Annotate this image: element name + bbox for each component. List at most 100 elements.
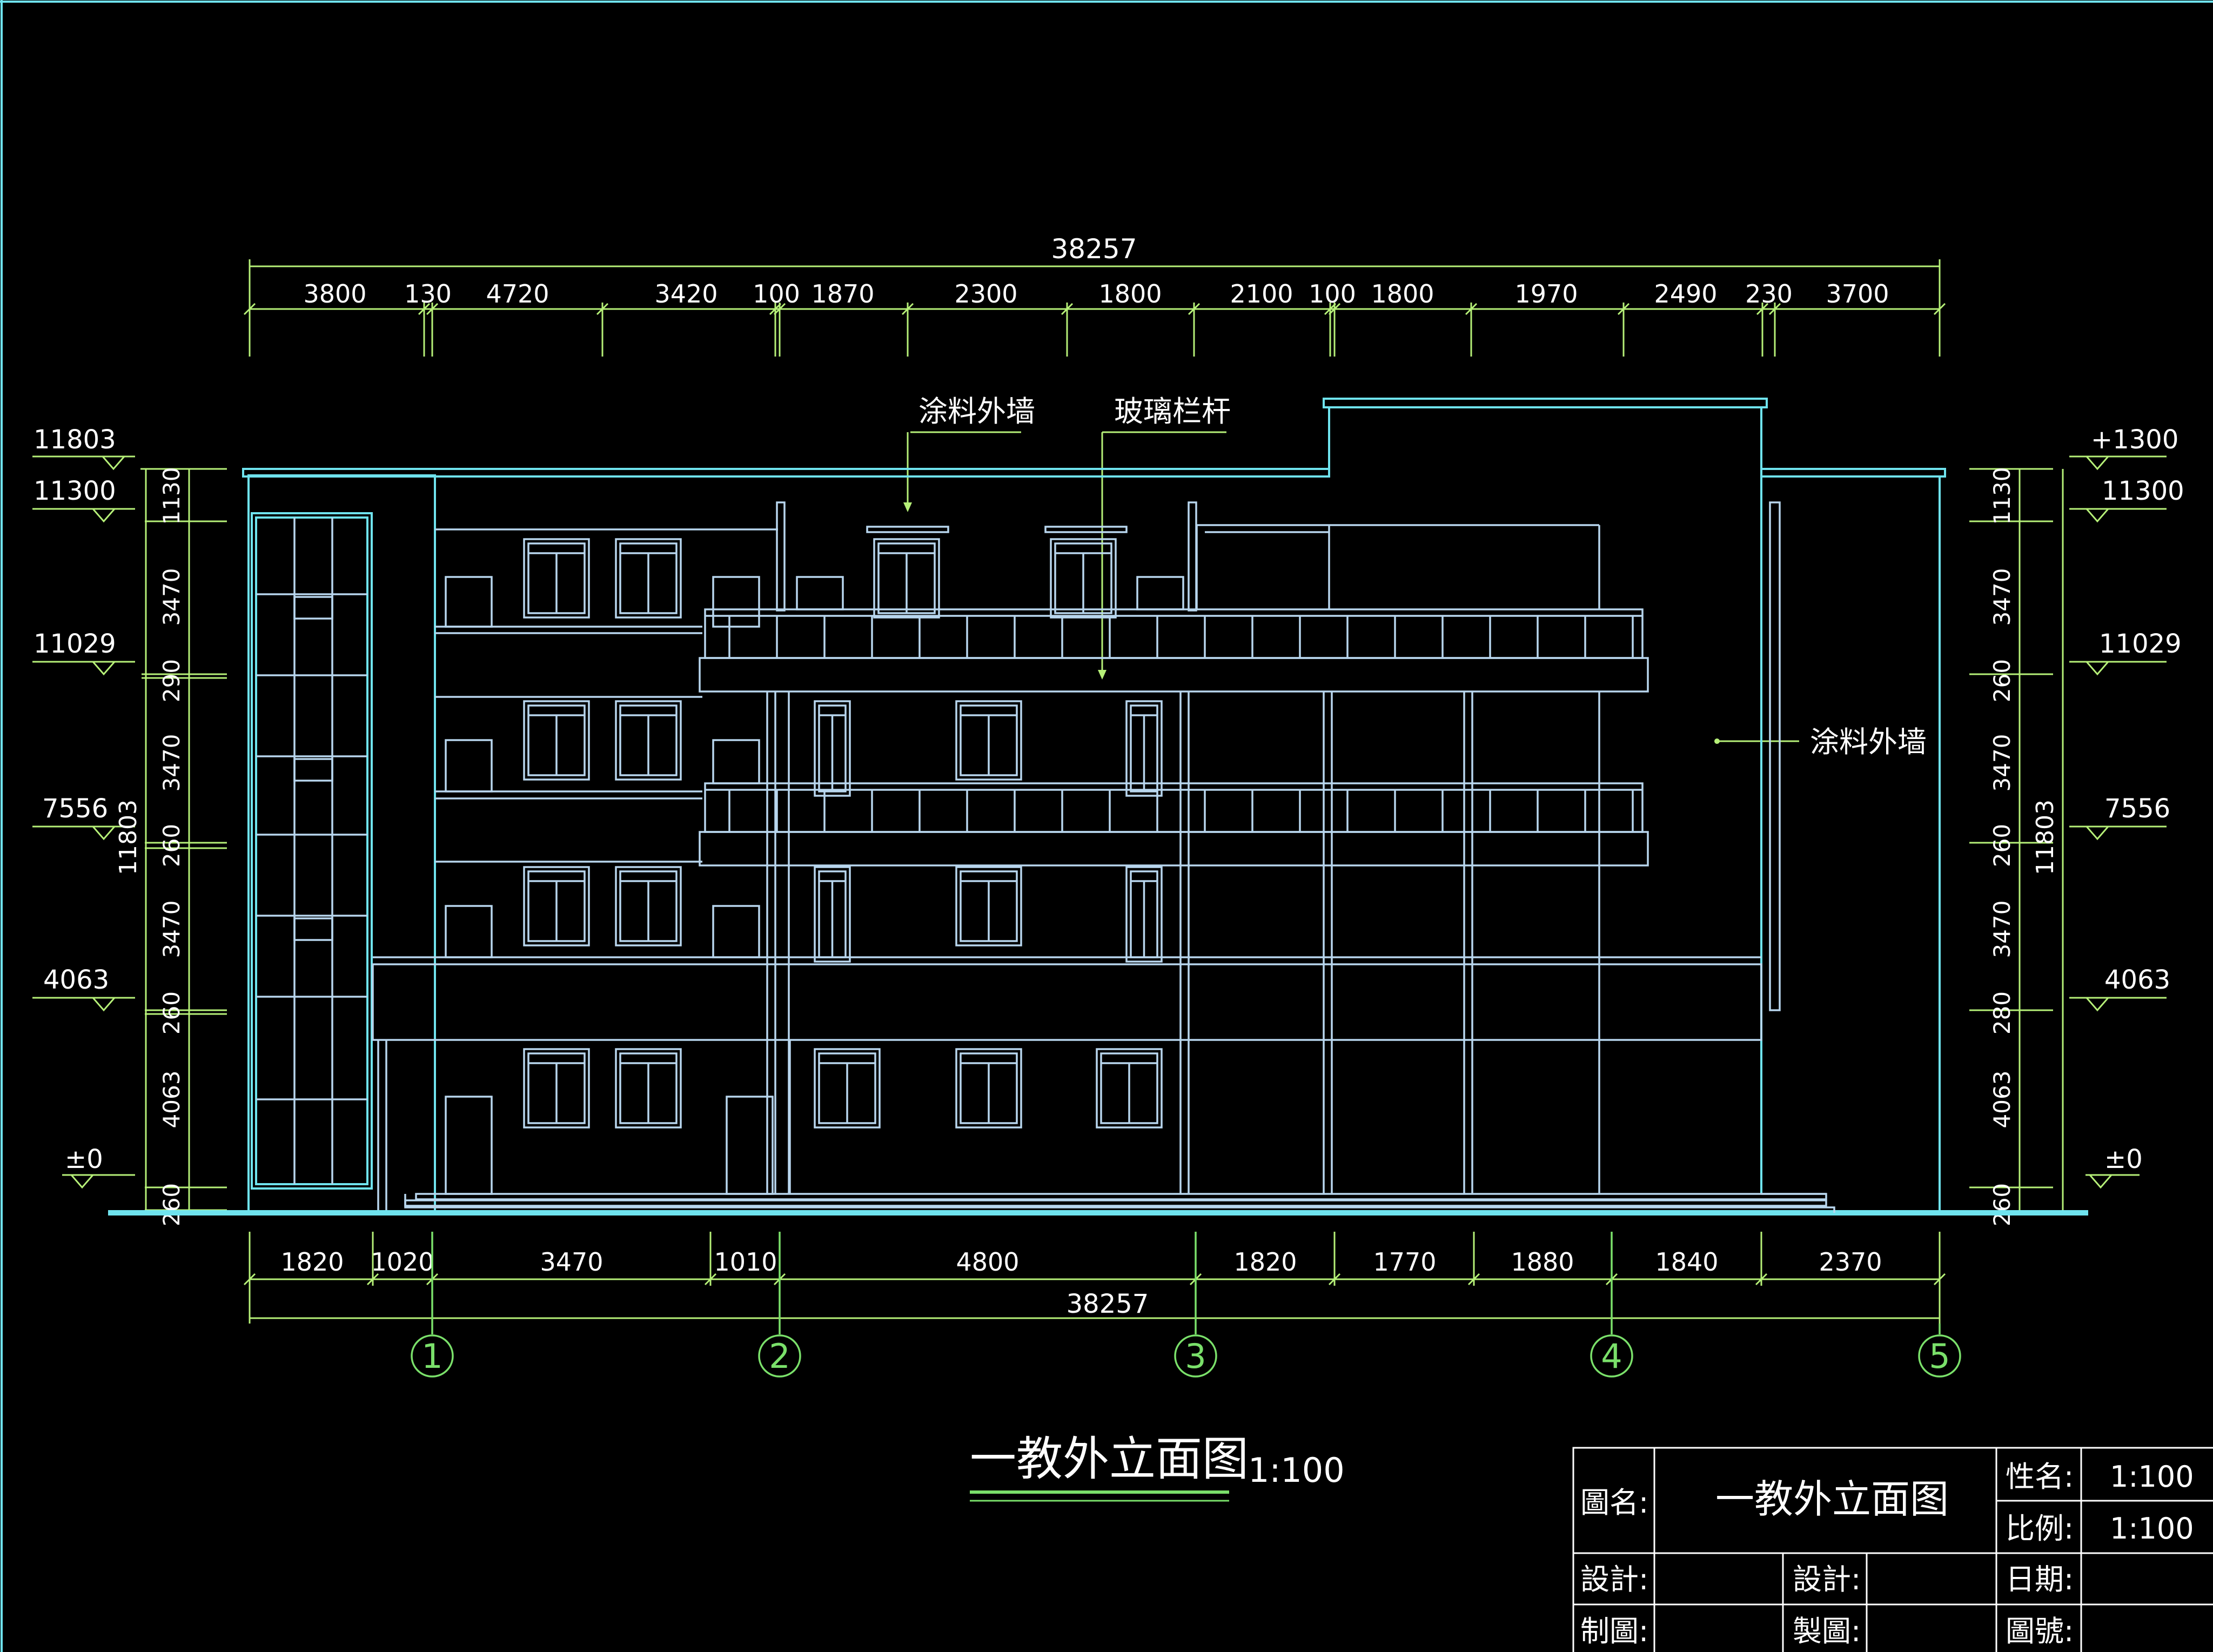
left-level-zero: ±0 xyxy=(65,1144,103,1174)
top-dimensions: 38257 3800 130 4720 3420 100 1870 2300 1800 2100… xyxy=(243,233,1946,357)
left-level-11300: 11300 xyxy=(33,476,116,506)
bottom-dim-0: 1820 xyxy=(280,1247,344,1277)
right-vdim-1: 3470 xyxy=(1989,568,2015,626)
axis-3-label: 3 xyxy=(1185,1337,1206,1376)
right-vdim-2: 260 xyxy=(1989,659,2015,702)
bottom-dim-9: 2370 xyxy=(1819,1247,1882,1277)
drawing-title-group: 一教外立面图 1:100 xyxy=(970,1432,1345,1502)
right-vertical-total: 11803 xyxy=(2031,800,2059,875)
top-dim-3: 3420 xyxy=(654,279,717,308)
left-vertical-total: 11803 xyxy=(115,800,142,875)
left-vdim-7: 4063 xyxy=(158,1071,185,1129)
left-vdim-2: 290 xyxy=(158,659,185,702)
right-vdim-0: 1130 xyxy=(1989,467,2015,525)
tb-name-value: 一教外立面图 xyxy=(1715,1476,1949,1522)
tb-number-label: 圖號: xyxy=(2006,1614,2074,1648)
axis-4-label: 4 xyxy=(1601,1337,1622,1376)
window-10 xyxy=(523,1048,590,1129)
right-vdim-5: 3470 xyxy=(1989,901,2015,958)
bottom-dim-8: 1840 xyxy=(1655,1247,1718,1277)
right-level-7556: 7556 xyxy=(2104,794,2170,824)
top-dim-14: 3700 xyxy=(1826,279,1889,308)
top-dim-12: 2490 xyxy=(1654,279,1717,308)
narrow-window-0 xyxy=(814,700,851,797)
right-vdim-6: 280 xyxy=(1989,991,2015,1035)
top-dim-5: 1870 xyxy=(811,279,874,308)
top-dim-1: 130 xyxy=(404,279,452,308)
bottom-dim-6: 1770 xyxy=(1373,1247,1436,1277)
title-block: 圖名: 一教外立面图 性名: 1:100 比例: 1:100 設計: 設計: 日… xyxy=(1572,1447,2213,1652)
left-vdim-0: 1130 xyxy=(158,467,185,525)
tb-drafting-label-2: 製圖: xyxy=(1793,1614,1861,1648)
top-dim-6: 2300 xyxy=(954,279,1017,308)
top-dim-7: 1800 xyxy=(1098,279,1162,308)
right-vdim-7: 4063 xyxy=(1989,1071,2015,1129)
left-level-11803: 11803 xyxy=(33,425,116,455)
axis-2-label: 2 xyxy=(769,1337,790,1376)
top-total-dimension: 38257 xyxy=(1051,233,1137,265)
left-vdim-4: 260 xyxy=(158,824,185,867)
top-dim-4: 100 xyxy=(753,279,800,308)
tb-scale-label: 比例: xyxy=(2006,1512,2074,1546)
right-level-zero: ±0 xyxy=(2104,1144,2143,1174)
bottom-dim-3: 1010 xyxy=(714,1247,777,1277)
elevation-drawing: 38257 3800 130 4720 3420 100 1870 2300 1800 2100… xyxy=(0,0,2213,1652)
left-vdim-5: 3470 xyxy=(158,901,185,958)
right-levels: +1300 11300 11029 7556 4063 ±0 1130 3470 2… xyxy=(1969,425,2184,1226)
left-vdim-6: 260 xyxy=(158,991,185,1035)
top-dim-11: 1970 xyxy=(1514,279,1578,308)
bottom-dim-2: 3470 xyxy=(540,1247,603,1277)
narrow-window-3 xyxy=(1125,866,1163,963)
left-level-4063: 4063 xyxy=(43,965,109,995)
axis-5-label: 5 xyxy=(1929,1337,1950,1376)
window-4 xyxy=(523,700,590,781)
window-7 xyxy=(523,866,590,946)
window-3 xyxy=(1050,538,1117,619)
left-vdim-1: 3470 xyxy=(158,568,185,626)
window-11 xyxy=(615,1048,682,1129)
left-vdim-8: 260 xyxy=(158,1183,185,1226)
window-1 xyxy=(615,538,682,619)
tb-person-value: 1:100 xyxy=(2110,1460,2194,1494)
right-vdim-3: 3470 xyxy=(1989,734,2015,792)
right-vdim-8: 260 xyxy=(1989,1183,2015,1226)
narrow-window-2 xyxy=(814,866,851,963)
right-level-4063: 4063 xyxy=(2104,965,2170,995)
window-12 xyxy=(814,1048,881,1129)
bottom-dim-4: 4800 xyxy=(956,1247,1019,1277)
bottom-dimensions: 1820 1020 3470 1010 4800 1820 1770 1880 1840 2370… xyxy=(243,1232,1946,1324)
left-vdim-3: 3470 xyxy=(158,734,185,792)
top-dim-8: 2100 xyxy=(1230,279,1293,308)
tb-drafting-label: 制圖: xyxy=(1580,1614,1648,1648)
glass-railing-label: 玻璃栏杆 xyxy=(1114,394,1231,428)
window-8 xyxy=(615,866,682,946)
wall-coating-label: 涂料外墙 xyxy=(918,394,1035,428)
window-2 xyxy=(873,538,940,619)
window-5 xyxy=(615,700,682,781)
bottom-total-dimension: 38257 xyxy=(1067,1289,1149,1319)
tb-design-label: 設計: xyxy=(1580,1562,1648,1596)
wall-coating-right-label: 涂料外墙 xyxy=(1810,725,1927,759)
bottom-dim-1: 1020 xyxy=(371,1247,434,1277)
grid-axes: 1 2 3 4 5 xyxy=(411,1232,1961,1378)
tb-scale-value: 1:100 xyxy=(2110,1512,2194,1546)
right-level-1300: +1300 xyxy=(2091,425,2178,455)
top-dim-13: 230 xyxy=(1745,279,1793,308)
tb-person-label: 性名: xyxy=(2006,1460,2074,1494)
right-level-11300: 11300 xyxy=(2102,476,2184,506)
building-elevation xyxy=(108,398,2088,1216)
drawing-scale: 1:100 xyxy=(1248,1450,1345,1490)
tb-design-label-2: 設計: xyxy=(1793,1562,1861,1596)
right-vdim-4: 260 xyxy=(1989,824,2015,867)
top-dim-9: 100 xyxy=(1309,279,1356,308)
tb-name-label: 圖名: xyxy=(1580,1486,1648,1520)
window-13 xyxy=(955,1048,1022,1129)
window-14 xyxy=(1096,1048,1163,1129)
bottom-dim-7: 1880 xyxy=(1511,1247,1574,1277)
annotations: 涂料外墙 玻璃栏杆 涂料外墙 xyxy=(903,394,1927,759)
window-9 xyxy=(955,866,1022,946)
right-level-11029: 11029 xyxy=(2099,629,2182,659)
left-level-11029: 11029 xyxy=(33,629,116,659)
left-level-7556: 7556 xyxy=(42,794,108,824)
top-dim-2: 4720 xyxy=(486,279,549,308)
